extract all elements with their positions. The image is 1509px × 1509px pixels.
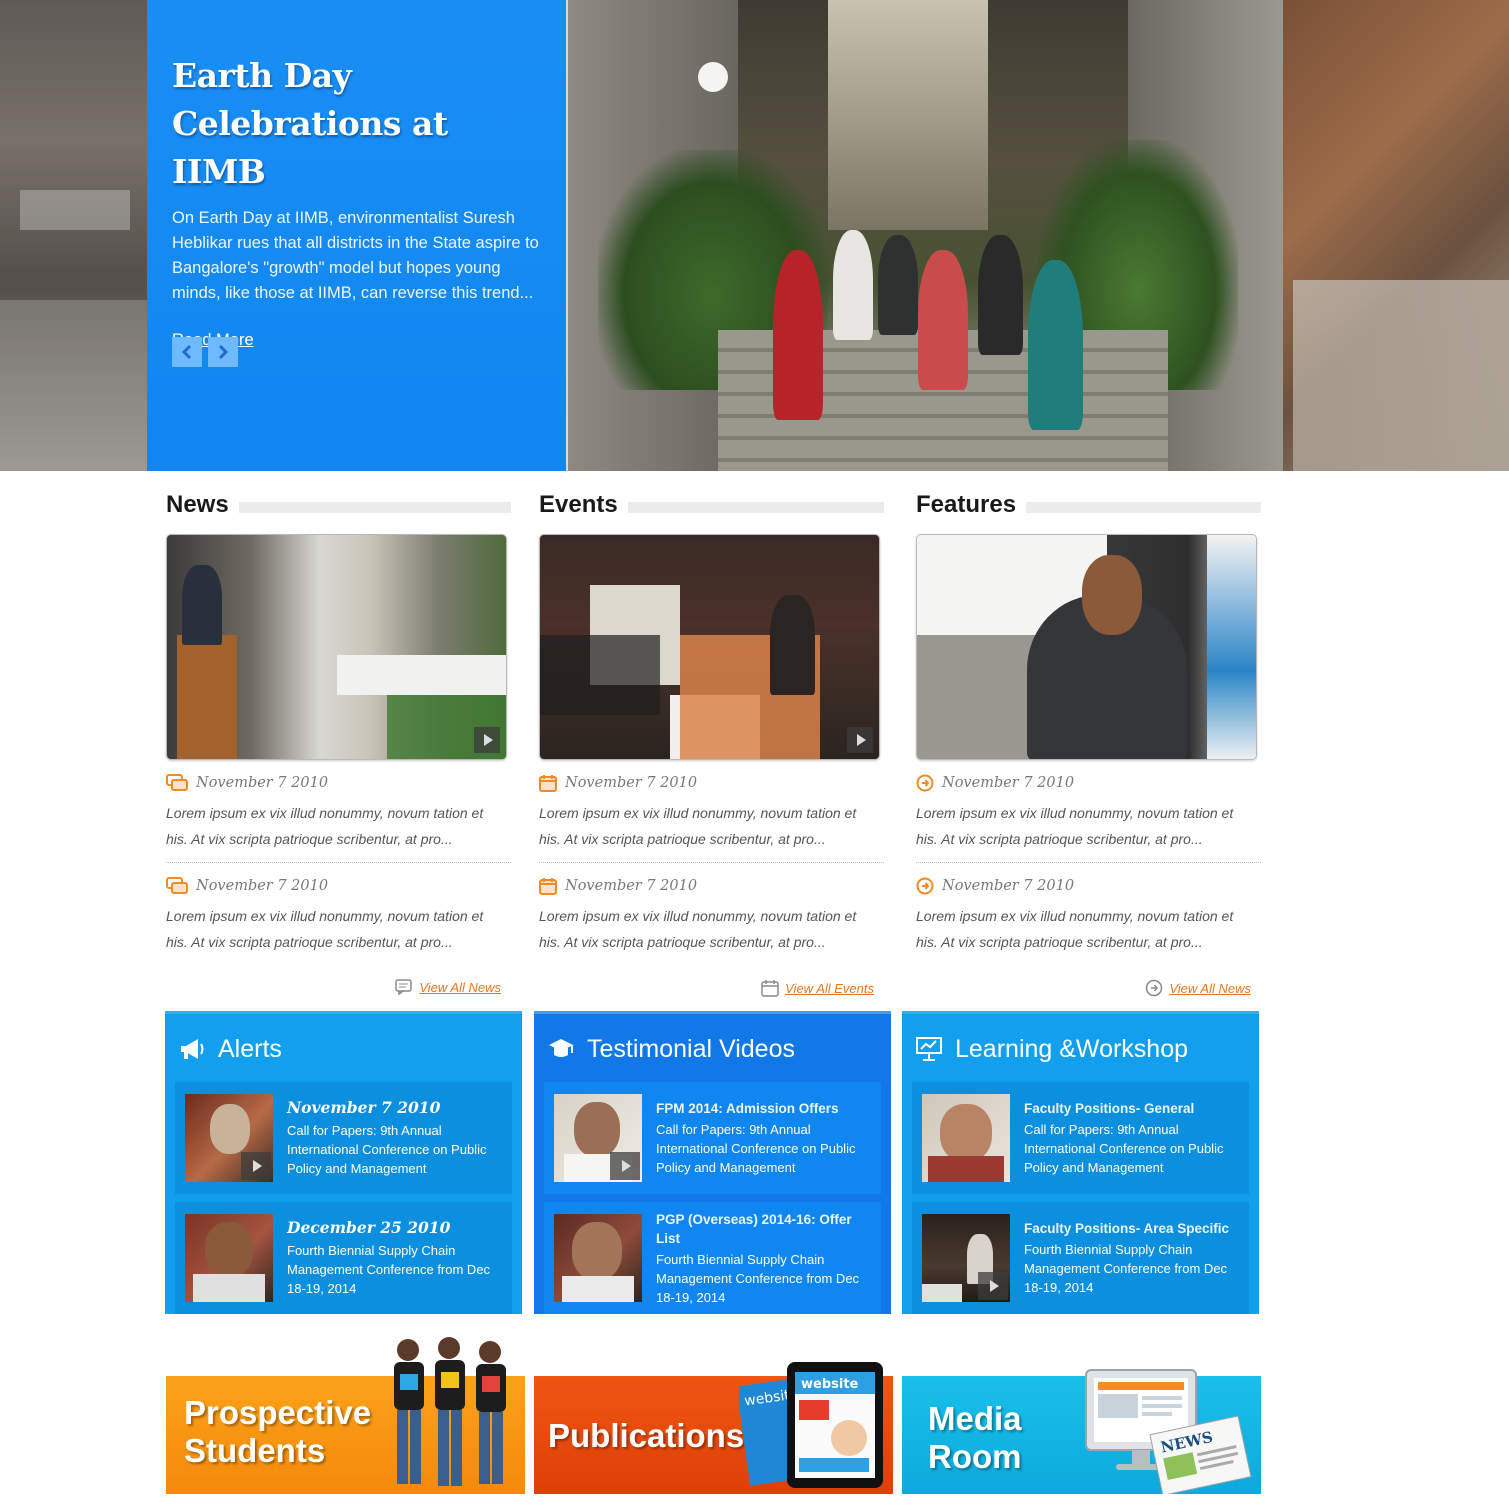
- workshop-thumbnail: [922, 1214, 1010, 1302]
- events-column: Events November 7 2010 Lorem ipsum ex vi…: [539, 487, 884, 997]
- media-room-banner[interactable]: Media Room NEWS: [902, 1369, 1261, 1494]
- alerts-box: Alerts November 7 2010 Call for Papers: …: [165, 1011, 522, 1314]
- news-heading: News: [166, 491, 229, 518]
- list-item[interactable]: November 7 2010 Lorem ipsum ex vix illud…: [166, 863, 511, 965]
- alert-item[interactable]: December 25 2010 Fourth Biennial Supply …: [175, 1202, 512, 1314]
- features-column: Features November 7 2010 Lorem ipsum ex …: [916, 487, 1261, 997]
- megaphone-icon: [181, 1039, 204, 1059]
- graduation-cap-icon: [549, 1039, 573, 1057]
- view-all-events-link[interactable]: View All Events: [785, 981, 874, 996]
- play-icon[interactable]: [847, 727, 873, 753]
- item-date: November 7 2010: [942, 775, 1075, 791]
- list-item[interactable]: November 7 2010 Lorem ipsum ex vix illud…: [166, 760, 511, 863]
- students-illustration-icon: [394, 1337, 506, 1486]
- testimonial-item[interactable]: PGP (Overseas) 2014-16: Offer List Fourt…: [544, 1202, 881, 1314]
- chat-bubble-icon: [166, 774, 188, 791]
- news-column: News November 7 2010 Lorem ipsum ex vix …: [166, 487, 511, 995]
- hero-title: Earth Day Celebrations at IIMB: [172, 56, 448, 191]
- alert-thumbnail: [185, 1214, 273, 1302]
- publications-label: Publications: [548, 1417, 745, 1454]
- workshop-heading: Faculty Positions- General: [1024, 1101, 1195, 1116]
- workshop-thumbnail: [922, 1094, 1010, 1182]
- chevron-left-icon: [181, 344, 192, 360]
- prospective-students-line2: Students: [184, 1432, 326, 1469]
- prospective-students-line1: Prospective: [184, 1394, 372, 1431]
- learning-workshop-title: Learning &Workshop: [955, 1034, 1189, 1063]
- view-all-features-link[interactable]: View All News: [1169, 981, 1251, 996]
- alert-item[interactable]: November 7 2010 Call for Papers: 9th Ann…: [175, 1082, 512, 1194]
- item-excerpt: Lorem ipsum ex vix illud nonummy, novum …: [539, 805, 857, 847]
- alert-thumbnail: [185, 1094, 273, 1182]
- workshop-item[interactable]: Faculty Positions- Area Specific Fourth …: [912, 1202, 1249, 1314]
- play-icon[interactable]: [241, 1152, 271, 1180]
- play-icon[interactable]: [474, 727, 500, 753]
- item-excerpt: Lorem ipsum ex vix illud nonummy, novum …: [916, 908, 1234, 950]
- slider-prev-button[interactable]: [172, 337, 202, 367]
- list-item[interactable]: November 7 2010 Lorem ipsum ex vix illud…: [539, 863, 884, 965]
- news-thumbnail[interactable]: [166, 534, 507, 760]
- workshop-text: Call for Papers: 9th Annual Internationa…: [1024, 1122, 1224, 1175]
- media-room-line2: Room: [928, 1438, 1022, 1475]
- list-item[interactable]: November 7 2010 Lorem ipsum ex vix illud…: [916, 760, 1261, 863]
- item-excerpt: Lorem ipsum ex vix illud nonummy, novum …: [166, 805, 484, 847]
- item-date: November 7 2010: [565, 878, 698, 894]
- media-room-line1: Media: [928, 1400, 1022, 1437]
- calendar-icon: [539, 878, 557, 895]
- publications-banner[interactable]: Publications website website: [534, 1362, 893, 1494]
- play-icon[interactable]: [978, 1272, 1008, 1300]
- testimonial-thumbnail: [554, 1094, 642, 1182]
- chevron-right-icon: [218, 344, 229, 360]
- calendar-icon: [761, 980, 779, 997]
- testimonial-text: Call for Papers: 9th Annual Internationa…: [656, 1122, 856, 1175]
- testimonial-heading: PGP (Overseas) 2014-16: Offer List: [656, 1211, 852, 1246]
- item-date: November 7 2010: [196, 878, 329, 894]
- hero-photo: [568, 0, 1283, 471]
- prospective-students-banner[interactable]: Prospective Students: [166, 1337, 525, 1494]
- workshop-heading: Faculty Positions- Area Specific: [1024, 1221, 1230, 1236]
- tablet-cover-text: website: [801, 1377, 859, 1392]
- testimonial-text: Fourth Biennial Supply Chain Management …: [656, 1251, 860, 1305]
- testimonial-videos-box: Testimonial Videos FPM 2014: Admission O…: [534, 1011, 891, 1314]
- magazine-tablet-icon: website website: [739, 1362, 883, 1488]
- events-heading: Events: [539, 491, 618, 518]
- item-date: November 7 2010: [942, 878, 1075, 894]
- calendar-icon: [539, 775, 557, 792]
- view-all-news-link[interactable]: View All News: [419, 980, 501, 995]
- workshop-item[interactable]: Faculty Positions- General Call for Pape…: [912, 1082, 1249, 1194]
- item-excerpt: Lorem ipsum ex vix illud nonummy, novum …: [539, 908, 857, 950]
- features-heading: Features: [916, 491, 1017, 518]
- events-thumbnail[interactable]: [539, 534, 880, 760]
- learning-workshop-box: Learning &Workshop Faculty Positions- Ge…: [902, 1011, 1259, 1314]
- features-thumbnail[interactable]: [916, 534, 1257, 760]
- play-icon[interactable]: [610, 1152, 640, 1180]
- arrow-circle-icon: [916, 774, 934, 792]
- news-monitor-icon: NEWS: [1085, 1369, 1252, 1494]
- testimonial-videos-title: Testimonial Videos: [587, 1034, 795, 1063]
- hero-description: On Earth Day at IIMB, environmentalist S…: [172, 209, 539, 302]
- alert-date: November 7 2010: [287, 1098, 441, 1117]
- testimonial-heading: FPM 2014: Admission Offers: [656, 1101, 839, 1116]
- arrow-circle-icon: [1146, 979, 1163, 997]
- chat-bubble-icon: [166, 877, 188, 894]
- alerts-title: Alerts: [218, 1034, 282, 1063]
- alert-text: Fourth Biennial Supply Chain Management …: [287, 1243, 491, 1296]
- hero-slider: Earth Day Celebrations at IIMB On Earth …: [0, 0, 1509, 471]
- testimonial-thumbnail: [554, 1214, 642, 1302]
- hero-caption-panel: Earth Day Celebrations at IIMB On Earth …: [147, 0, 566, 471]
- item-excerpt: Lorem ipsum ex vix illud nonummy, novum …: [166, 908, 484, 950]
- item-date: November 7 2010: [196, 775, 329, 791]
- arrow-circle-icon: [916, 877, 934, 895]
- slider-next-button[interactable]: [208, 337, 238, 367]
- workshop-text: Fourth Biennial Supply Chain Management …: [1024, 1242, 1228, 1295]
- testimonial-item[interactable]: FPM 2014: Admission Offers Call for Pape…: [544, 1082, 881, 1194]
- item-date: November 7 2010: [565, 775, 698, 791]
- alert-date: December 25 2010: [287, 1218, 451, 1237]
- list-item[interactable]: November 7 2010 Lorem ipsum ex vix illud…: [916, 863, 1261, 965]
- presentation-icon: [916, 1037, 942, 1061]
- list-item[interactable]: November 7 2010 Lorem ipsum ex vix illud…: [539, 760, 884, 863]
- item-excerpt: Lorem ipsum ex vix illud nonummy, novum …: [916, 805, 1234, 847]
- chat-bubble-icon: [395, 979, 413, 995]
- alert-text: Call for Papers: 9th Annual Internationa…: [287, 1123, 487, 1176]
